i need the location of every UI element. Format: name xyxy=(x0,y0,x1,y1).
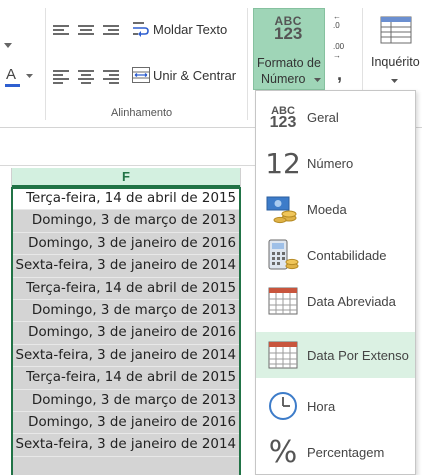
short-date-calendar-icon xyxy=(266,284,300,318)
format-option-percent[interactable]: % Percentagem xyxy=(256,429,415,475)
cell[interactable]: Domingo, 3 de janeiro de 2016 xyxy=(12,411,240,435)
format-option-label: Moeda xyxy=(307,201,347,217)
increase-decimal-button[interactable]: ← .0 xyxy=(333,12,353,36)
align-middle-icon[interactable] xyxy=(78,25,94,37)
number-format-label-line1: Formato de xyxy=(257,56,321,70)
long-date-calendar-icon xyxy=(266,338,300,372)
format-option-general[interactable]: ABC 123 Geral xyxy=(256,94,415,140)
cell[interactable] xyxy=(12,456,240,475)
abc-123-icon: ABC 123 xyxy=(274,14,303,43)
clock-icon xyxy=(266,389,300,423)
format-option-long-date[interactable]: Data Por Extenso xyxy=(256,332,415,378)
wrap-text-label: Moldar Texto xyxy=(153,22,228,37)
font-color-bar xyxy=(5,84,20,87)
format-option-short-date[interactable]: Data Abreviada xyxy=(256,278,415,324)
cell-range: Terça-feira, 14 de abril de 2015 Domingo… xyxy=(12,188,240,475)
accounting-icon xyxy=(266,238,300,272)
cell[interactable]: Domingo, 3 de março de 2013 xyxy=(12,299,240,323)
formula-bar-row xyxy=(0,144,255,166)
cell[interactable]: Terça-feira, 14 de abril de 2015 xyxy=(12,277,240,300)
number-format-dropdown: ABC 123 Geral 12 Número Moeda Contabilid… xyxy=(255,90,416,475)
inquiry-label: Inquérito xyxy=(371,55,420,69)
format-option-label: Hora xyxy=(307,398,336,414)
align-center-icon[interactable] xyxy=(78,70,94,84)
table-style-icon xyxy=(380,16,412,44)
merge-center-button[interactable]: Unir & Centrar xyxy=(130,63,245,87)
inquiry-button[interactable]: Inquérito xyxy=(366,10,422,90)
increase-decimal-icon: ← .0 xyxy=(333,12,341,30)
cell[interactable]: Domingo, 3 de janeiro de 2016 xyxy=(12,322,240,345)
cell-f1[interactable]: Terça-feira, 14 de abril de 2015 xyxy=(12,188,240,211)
format-option-time[interactable]: Hora xyxy=(256,383,415,429)
chevron-down-icon xyxy=(26,74,33,78)
format-option-label: Data Abreviada xyxy=(307,293,396,309)
cell[interactable]: Domingo, 3 de março de 2013 xyxy=(12,389,240,412)
font-color-button[interactable]: A xyxy=(4,66,34,90)
align-right-icon[interactable] xyxy=(103,70,119,84)
format-option-label: Percentagem xyxy=(307,444,385,460)
ribbon-separator xyxy=(247,8,248,120)
align-bottom-icon[interactable] xyxy=(103,25,119,37)
percent-icon: % xyxy=(268,434,298,470)
number-12-icon: 12 xyxy=(265,146,301,180)
wrap-text-icon xyxy=(133,22,149,37)
format-option-number[interactable]: 12 Número xyxy=(256,140,415,186)
merge-center-label: Unir & Centrar xyxy=(153,68,237,83)
wrap-text-button[interactable]: Moldar Texto xyxy=(130,18,235,42)
cell[interactable]: Domingo, 3 de março de 2013 xyxy=(12,210,240,233)
currency-icon xyxy=(266,192,300,226)
ribbon-separator xyxy=(45,8,46,120)
decrease-decimal-icon: .00 → xyxy=(333,42,345,60)
align-left-icon[interactable] xyxy=(53,70,69,84)
cell[interactable]: Sexta-feira, 3 de janeiro de 2014 xyxy=(12,434,240,457)
number-format-label-line2: Número xyxy=(261,72,306,86)
chevron-down-icon xyxy=(391,79,398,83)
format-option-label: Geral xyxy=(307,109,339,125)
font-size-dropdown-arrow[interactable] xyxy=(2,40,14,52)
column-header-f[interactable]: F xyxy=(12,168,240,187)
align-top-icon[interactable] xyxy=(53,25,69,37)
chevron-down-icon xyxy=(314,78,321,82)
abc-123-icon: ABC 123 xyxy=(269,105,297,131)
cell[interactable]: Sexta-feira, 3 de janeiro de 2014 xyxy=(12,344,240,368)
comma-style-button[interactable]: , xyxy=(337,64,342,85)
cell[interactable]: Terça-feira, 14 de abril de 2015 xyxy=(12,367,240,390)
number-format-button[interactable]: ABC 123 Formato de Número xyxy=(253,8,325,90)
column-separator xyxy=(240,168,241,187)
format-option-label: Contabilidade xyxy=(307,247,387,263)
format-option-label: Número xyxy=(307,155,354,171)
cell[interactable]: Domingo, 3 de janeiro de 2016 xyxy=(12,232,240,256)
cell[interactable]: Sexta-feira, 3 de janeiro de 2014 xyxy=(12,255,240,278)
merge-center-icon xyxy=(132,67,150,83)
chevron-down-icon xyxy=(4,43,12,48)
alignment-group-label: Alinhamento xyxy=(111,107,173,119)
format-option-currency[interactable]: Moeda xyxy=(256,186,415,232)
font-color-icon: A xyxy=(6,66,17,83)
format-option-label: Data Por Extenso xyxy=(307,347,409,363)
format-option-accounting[interactable]: Contabilidade xyxy=(256,232,415,278)
decrease-decimal-button[interactable]: .00 → xyxy=(333,42,353,66)
